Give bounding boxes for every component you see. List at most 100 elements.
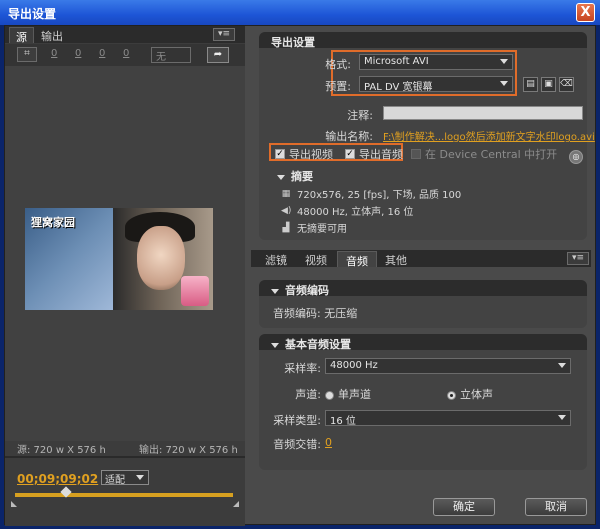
format-select[interactable]: Microsoft AVI [359, 54, 513, 70]
preset-value: PAL DV 宽银幕 [364, 82, 433, 93]
interleave-label: 音频交错: [273, 438, 321, 451]
timeline-bar[interactable] [15, 493, 233, 497]
preset-label: 预置: [325, 80, 351, 93]
mono-radio[interactable]: 单声道 [325, 386, 371, 402]
chevron-down-icon [558, 415, 566, 420]
fit-select[interactable]: 适配 [101, 470, 149, 486]
crop-icon[interactable]: ⌗ [17, 47, 37, 62]
ok-button[interactable]: 确定 [433, 498, 495, 516]
format-value: Microsoft AVI [364, 56, 429, 67]
timecode[interactable]: 00;09;09;02 [17, 472, 98, 486]
fit-label: 适配 [105, 475, 125, 486]
tab-audio[interactable]: 音频 [337, 251, 377, 268]
checkbox-disabled-icon [411, 149, 421, 159]
export-settings-heading: 导出设置 [259, 32, 587, 49]
source-size: 源: 720 w X 576 h [17, 445, 106, 456]
chevron-down-icon [136, 475, 144, 480]
stereo-label: 立体声 [460, 388, 493, 401]
chart-icon: ▟ [282, 222, 290, 233]
panel-menu-icon[interactable]: ▾≡ [567, 252, 589, 265]
preset-select[interactable]: PAL DV 宽银幕 [359, 76, 513, 93]
summary-other-line: ▟ 无摘要可用 [281, 220, 347, 236]
output-name-link[interactable]: F:\制作解决...logo然后添加新文字水印logo.avi [383, 128, 595, 143]
sample-rate-select[interactable]: 48000 Hz [325, 358, 571, 374]
crop-left-value[interactable]: 0 [51, 48, 57, 59]
triangle-down-icon [277, 174, 285, 180]
summary-video-text: 720x576, 25 [fps], 下场, 品质 100 [297, 190, 462, 201]
chevron-down-icon [500, 59, 508, 64]
sample-type-select[interactable]: 16 位 [325, 410, 571, 427]
tab-video[interactable]: 视频 [297, 251, 335, 267]
sample-type-value: 16 位 [330, 416, 356, 427]
sticker-logo [181, 276, 209, 306]
save-preset-icon[interactable]: ▤ [523, 77, 538, 92]
summary-heading: 摘要 [291, 170, 313, 183]
import-preset-icon[interactable]: ▣ [541, 77, 556, 92]
export-video-checkbox[interactable]: ✓ 导出视频 [275, 146, 333, 162]
crop-toolbar: ⌗ 0 0 0 0 无 ➦ [5, 44, 245, 66]
summary-video-line: ▦ 720x576, 25 [fps], 下场, 品质 100 [281, 186, 462, 202]
crop-right-value[interactable]: 0 [99, 48, 105, 59]
logo-watermark: 狸窝家园 [31, 216, 75, 229]
out-point-marker[interactable] [233, 501, 239, 507]
basic-audio-section: 基本音频设置 采样率: 48000 Hz 声道: 单声道 立体声 采样类型: 1… [259, 334, 587, 470]
interleave-value[interactable]: 0 [325, 436, 332, 449]
crop-bottom-value[interactable]: 0 [123, 48, 129, 59]
device-central-checkbox[interactable]: 在 Device Central 中打开 [411, 146, 557, 162]
export-video-label: 导出视频 [289, 148, 333, 161]
film-icon: ▦ [281, 188, 291, 199]
forward-arrow-icon[interactable]: ➦ [207, 47, 229, 63]
tab-source[interactable]: 源 [9, 27, 34, 44]
channel-label: 声道: [295, 388, 321, 401]
summary-audio-text: 48000 Hz, 立体声, 16 位 [297, 207, 414, 218]
settings-panel: 导出设置 格式: Microsoft AVI 预置: PAL DV 宽银幕 ▤ … [251, 32, 595, 522]
video-preview: 狸窝家园 [5, 66, 245, 441]
format-label: 格式: [325, 58, 351, 71]
checkbox-checked-icon: ✓ [275, 149, 285, 159]
triangle-down-icon [271, 342, 279, 348]
cancel-button[interactable]: 取消 [525, 498, 587, 516]
tab-filters[interactable]: 滤镜 [257, 251, 295, 267]
summary-audio-line: ◀) 48000 Hz, 立体声, 16 位 [281, 203, 414, 219]
radio-on-icon [447, 390, 456, 400]
window-title: 导出设置 [8, 7, 57, 21]
device-central-label: 在 Device Central 中打开 [425, 148, 558, 161]
audio-codec-section: 音频编码 音频编码: 无压缩 [259, 280, 587, 328]
sample-rate-value: 48000 Hz [330, 360, 378, 371]
source-panel: 源 输出 ▾≡ ⌗ 0 0 0 0 无 ➦ 狸窝家园 源: 720 w X 57… [5, 26, 245, 526]
triangle-down-icon [271, 288, 279, 294]
sample-type-label: 采样类型: [273, 414, 321, 427]
export-audio-label: 导出音频 [359, 148, 403, 161]
summary-toggle[interactable]: 摘要 [277, 168, 313, 184]
export-settings-section: 导出设置 格式: Microsoft AVI 预置: PAL DV 宽银幕 ▤ … [259, 32, 595, 240]
preview-frame: 狸窝家园 [25, 208, 213, 310]
close-button[interactable]: X [576, 3, 595, 22]
chevron-down-icon [500, 81, 508, 86]
audio-codec-value: 音频编码: 无压缩 [273, 307, 358, 320]
comment-label: 注释: [347, 109, 373, 122]
audio-codec-heading: 音频编码 [285, 284, 329, 297]
right-tab-bar: 滤镜 视频 音频 其他 ▾≡ [251, 250, 591, 268]
tab-output[interactable]: 输出 [35, 27, 69, 43]
summary-other-text: 无摘要可用 [297, 224, 347, 235]
output-name-label: 输出名称: [325, 130, 373, 143]
crop-aspect-select[interactable]: 无 [151, 47, 191, 63]
in-point-marker[interactable] [11, 501, 17, 507]
panel-menu-icon[interactable]: ▾≡ [213, 28, 235, 41]
left-tab-bar: 源 输出 ▾≡ [5, 26, 245, 44]
export-audio-checkbox[interactable]: ✓ 导出音频 [345, 146, 403, 162]
mono-label: 单声道 [338, 388, 371, 401]
tab-other[interactable]: 其他 [377, 251, 415, 267]
crop-top-value[interactable]: 0 [75, 48, 81, 59]
dialog-body: 源 输出 ▾≡ ⌗ 0 0 0 0 无 ➦ 狸窝家园 源: 720 w X 57… [4, 25, 596, 526]
audio-codec-toggle[interactable]: 音频编码 [259, 280, 587, 297]
basic-audio-heading: 基本音频设置 [285, 338, 351, 351]
device-central-icon[interactable]: ◎ [569, 150, 583, 164]
stereo-radio[interactable]: 立体声 [447, 386, 493, 402]
radio-off-icon [325, 390, 334, 400]
delete-preset-icon[interactable]: ⌫ [559, 77, 574, 92]
basic-audio-toggle[interactable]: 基本音频设置 [259, 334, 587, 351]
divider [5, 456, 245, 458]
comment-field[interactable] [383, 106, 583, 120]
speaker-icon: ◀) [281, 205, 292, 216]
